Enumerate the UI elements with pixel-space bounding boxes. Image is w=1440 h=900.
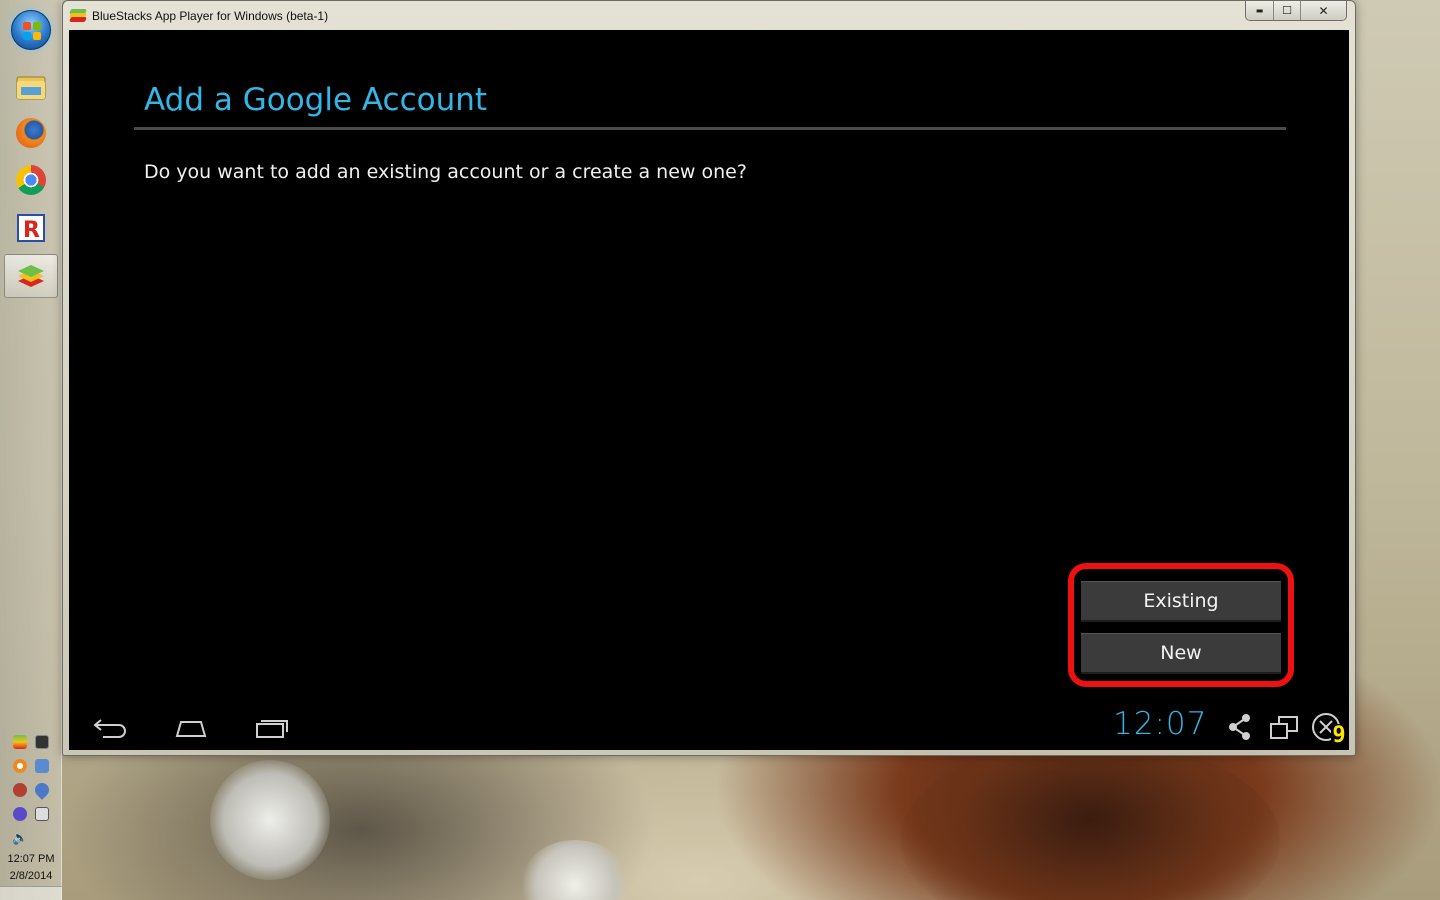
tools-tray-icon[interactable] [13,783,27,797]
android-clock: 12:07 [1113,706,1208,742]
orange-ring-tray-icon[interactable] [13,759,27,773]
minimize-button[interactable]: ▬ [1246,1,1273,20]
taskbar-bluestacks[interactable] [4,254,58,298]
windows-taskbar: R 🔈 12:07 PM 2/8/2014 [0,0,62,900]
system-tray: 🔈 [0,730,62,850]
taskbar-clock[interactable]: 12:07 PM 2/8/2014 [0,851,62,885]
volume-icon[interactable]: 🔈 [12,831,28,846]
clock-time: 12:07 PM [7,853,55,865]
android-nav-bar: 12:07 9 [69,702,1349,750]
explorer-icon [16,76,46,100]
minimize-icon: ▬ [1255,6,1264,15]
android-screen: Add a Google Account Do you want to add … [69,30,1349,750]
drop-tray-icon[interactable] [32,780,52,800]
device-tray-icon[interactable] [35,807,49,821]
notification-badge: 9 [1331,723,1347,748]
bluestacks-window: BlueStacks App Player for Windows (beta-… [62,0,1356,756]
wallpaper-shape [210,760,330,880]
bluestacks-tray-icon[interactable] [13,735,27,749]
new-account-button[interactable]: New [1081,633,1281,674]
start-button[interactable] [11,10,51,50]
monitor-tray-icon[interactable] [35,735,49,749]
taskbar-firefox[interactable] [4,111,58,155]
chrome-icon [16,165,46,195]
taskbar-roblox[interactable]: R [4,206,58,250]
maximize-button[interactable]: ☐ [1273,1,1300,20]
share-icon[interactable] [1225,712,1255,742]
dialog-question: Do you want to add an existing account o… [144,161,747,183]
maximize-icon: ☐ [1282,4,1292,17]
back-arrow-icon[interactable] [89,712,133,740]
close-icon: ✕ [1318,3,1329,18]
existing-account-button[interactable]: Existing [1081,581,1281,622]
network-tray-icon[interactable] [35,759,49,773]
windows-logo-icon [23,22,41,40]
wallpaper-shape [900,740,1280,900]
home-icon[interactable] [169,712,213,740]
recent-apps-icon[interactable] [249,712,293,740]
roblox-icon: R [17,214,45,243]
taskbar-explorer[interactable] [4,64,58,108]
bluestacks-icon [18,265,44,287]
window-titlebar[interactable]: BlueStacks App Player for Windows (beta-… [63,1,1355,30]
bluestacks-title-icon [69,8,87,23]
show-desktop-button[interactable] [0,886,62,900]
window-controls: ▬ ☐ ✕ [1245,1,1347,21]
firefox-icon [16,118,46,148]
close-button[interactable]: ✕ [1300,1,1346,20]
clock-date: 2/8/2014 [9,870,53,882]
wallpaper-shape [520,840,630,900]
dialog-heading: Add a Google Account [144,82,488,118]
window-title: BlueStacks App Player for Windows (beta-… [92,8,329,23]
moon-tray-icon[interactable] [13,807,27,821]
window-mode-icon[interactable] [1269,712,1299,742]
taskbar-chrome[interactable] [4,158,58,202]
svg-text:R: R [23,218,40,243]
heading-divider [134,127,1286,130]
